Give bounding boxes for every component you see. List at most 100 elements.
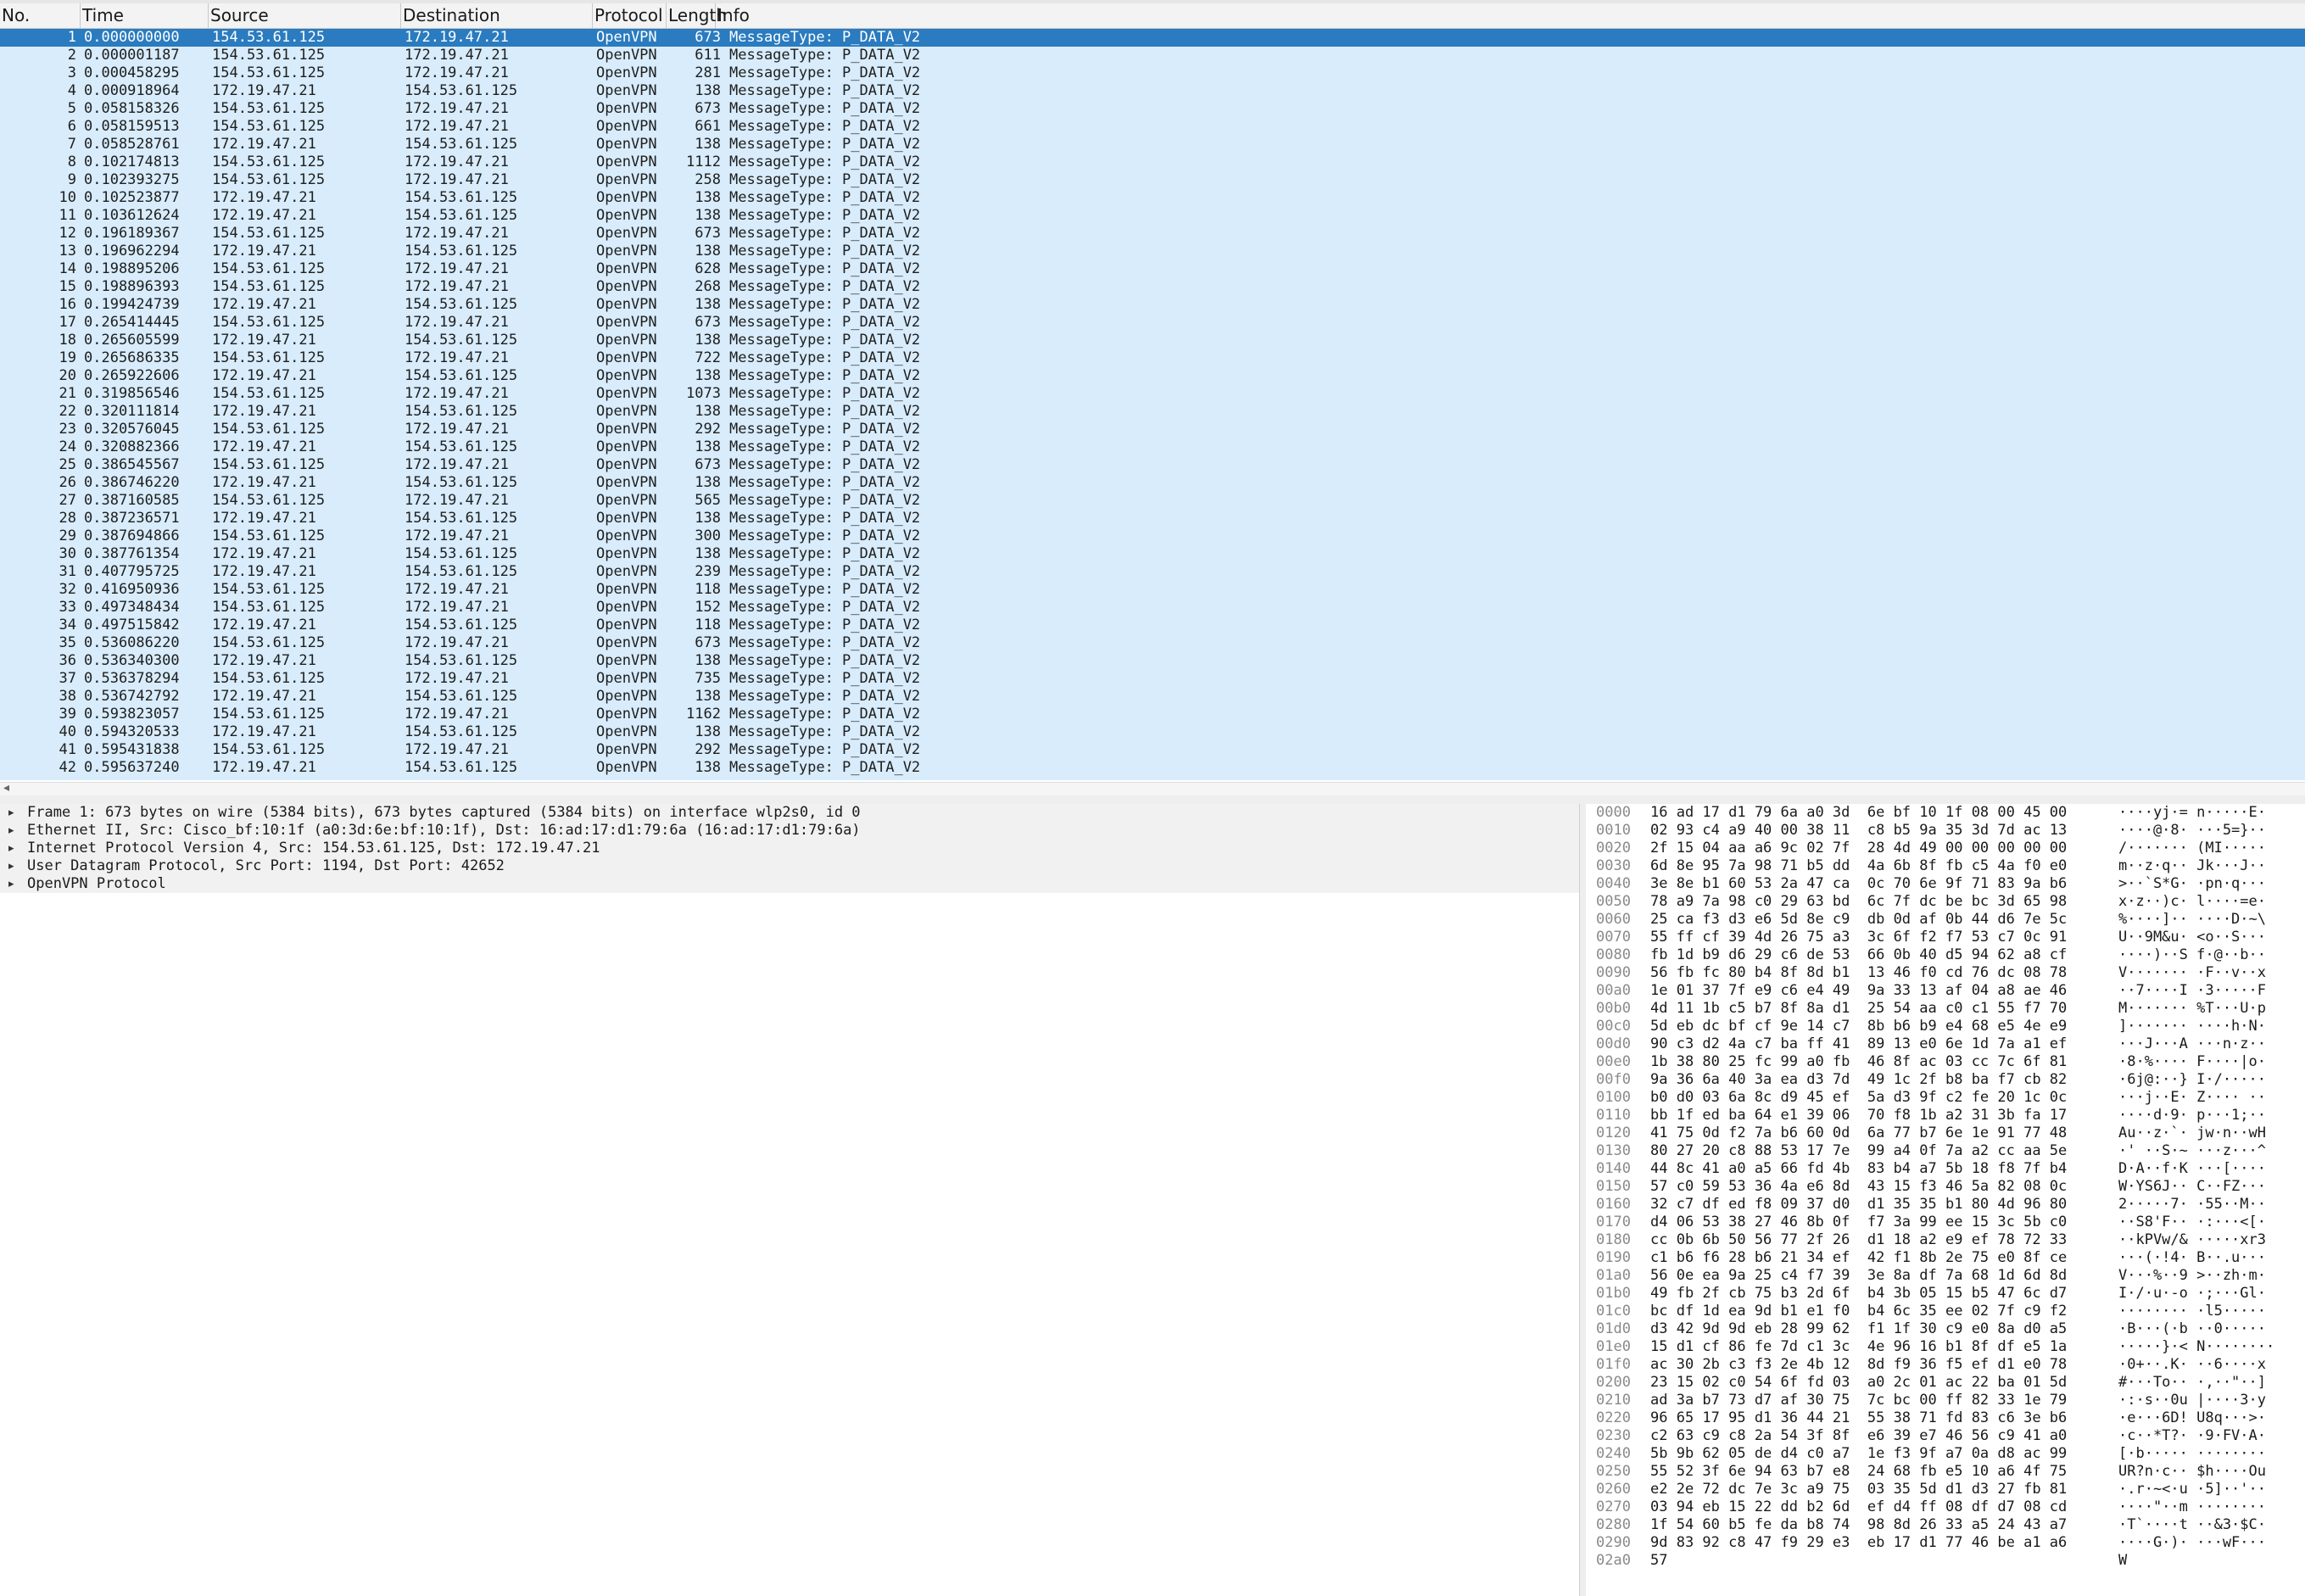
bytes-ascii[interactable]: ····"··m ········ — [2118, 1498, 2266, 1516]
packet-row[interactable]: 26 0.386746220 172.19.47.21 154.53.61.125 Op… — [0, 474, 2305, 492]
column-header-length[interactable]: Length — [667, 3, 727, 28]
bytes-hex[interactable]: 80 27 20 c8 88 53 17 7e 99 a4 0f 7a a2 c… — [1650, 1142, 2067, 1160]
packet-row[interactable]: 40 0.594320533 172.19.47.21 154.53.61.125 Op… — [0, 723, 2305, 741]
bytes-hex[interactable]: 16 ad 17 d1 79 6a a0 3d 6e bf 10 1f 08 0… — [1650, 804, 2067, 822]
bytes-ascii[interactable]: ·' ··S·~ ···z···^ — [2118, 1142, 2266, 1160]
packet-row[interactable]: 9 0.102393275 154.53.61.125 172.19.47.21 Ope… — [0, 171, 2305, 189]
bytes-ascii[interactable]: ·····}·< N········ — [2118, 1338, 2274, 1356]
bytes-hex[interactable]: 96 65 17 95 d1 36 44 21 55 38 71 fd 83 c… — [1650, 1409, 2067, 1427]
bytes-hex[interactable]: 1b 38 80 25 fc 99 a0 fb 46 8f ac 03 cc 7… — [1650, 1053, 2067, 1071]
packet-row[interactable]: 31 0.407795725 172.19.47.21 154.53.61.125 Op… — [0, 563, 2305, 581]
bytes-hex[interactable]: 57 — [1650, 1552, 1667, 1570]
column-header-no[interactable]: No. — [0, 3, 81, 28]
packet-row[interactable]: 30 0.387761354 172.19.47.21 154.53.61.125 Op… — [0, 545, 2305, 563]
bytes-ascii[interactable]: W·YS6J·· C··FZ··· — [2118, 1178, 2266, 1196]
packet-row[interactable]: 22 0.320111814 172.19.47.21 154.53.61.125 Op… — [0, 403, 2305, 421]
bytes-ascii[interactable]: [·b····· ········ — [2118, 1445, 2266, 1463]
packet-row[interactable]: 19 0.265686335 154.53.61.125 172.19.47.21 Op… — [0, 349, 2305, 367]
packet-row[interactable]: 11 0.103612624 172.19.47.21 154.53.61.125 Op… — [0, 207, 2305, 225]
packet-row[interactable]: 38 0.536742792 172.19.47.21 154.53.61.125 Op… — [0, 688, 2305, 706]
bytes-ascii[interactable]: ···J···A ···n·z·· — [2118, 1035, 2266, 1053]
packet-row[interactable]: 29 0.387694866 154.53.61.125 172.19.47.21 Op… — [0, 527, 2305, 545]
pane-splitter[interactable] — [0, 795, 2305, 804]
bytes-ascii[interactable]: ·T`····t ··&3·$C· — [2118, 1516, 2266, 1534]
bytes-hex[interactable]: 49 fb 2f cb 75 b3 2d 6f b4 3b 05 15 b5 4… — [1650, 1285, 2067, 1303]
bytes-hex[interactable]: d3 42 9d 9d eb 28 99 62 f1 1f 30 c9 e0 8… — [1650, 1320, 2067, 1338]
bytes-ascii[interactable]: ····@·8· ···5=}·· — [2118, 822, 2266, 840]
bytes-ascii[interactable]: ·6j@:··} I·/····· — [2118, 1071, 2266, 1089]
detail-tree-item[interactable]: ▸ OpenVPN Protocol — [0, 875, 1579, 893]
bytes-ascii[interactable]: ·0+··.K· ··6····x — [2118, 1356, 2266, 1374]
bytes-hex[interactable]: 5d eb dc bf cf 9e 14 c7 8b b6 b9 e4 68 e… — [1650, 1018, 2067, 1035]
packet-row[interactable]: 33 0.497348434 154.53.61.125 172.19.47.21 Op… — [0, 599, 2305, 617]
packet-row[interactable]: 15 0.198896393 154.53.61.125 172.19.47.21 Op… — [0, 278, 2305, 296]
bytes-hex[interactable]: 25 ca f3 d3 e6 5d 8e c9 db 0d af 0b 44 d… — [1650, 911, 2067, 929]
packet-row[interactable]: 4 0.000918964 172.19.47.21 154.53.61.125 Ope… — [0, 82, 2305, 100]
bytes-ascii[interactable]: %····]·· ····D·~\ — [2118, 911, 2266, 929]
vertical-pane-splitter[interactable] — [1580, 804, 1586, 1596]
packet-row[interactable]: 18 0.265605599 172.19.47.21 154.53.61.125 Op… — [0, 332, 2305, 349]
bytes-hex[interactable]: 56 fb fc 80 b4 8f 8d b1 13 46 f0 cd 76 d… — [1650, 964, 2067, 982]
bytes-ascii[interactable]: ····d·9· p···1;·· — [2118, 1107, 2266, 1124]
packet-row[interactable]: 17 0.265414445 154.53.61.125 172.19.47.21 Op… — [0, 314, 2305, 332]
bytes-hex[interactable]: fb 1d b9 d6 29 c6 de 53 66 0b 40 d5 94 6… — [1650, 946, 2067, 964]
bytes-ascii[interactable]: ·e···6D! U8q···>· — [2118, 1409, 2266, 1427]
packet-row[interactable]: 32 0.416950936 154.53.61.125 172.19.47.21 Op… — [0, 581, 2305, 599]
packet-row[interactable]: 39 0.593823057 154.53.61.125 172.19.47.21 Op… — [0, 706, 2305, 723]
bytes-ascii[interactable]: ··S8'F·· ·:···<[· — [2118, 1214, 2266, 1231]
detail-tree-item[interactable]: ▸ Ethernet II, Src: Cisco_bf:10:1f (a0:3d… — [0, 822, 1579, 840]
bytes-ascii[interactable]: UR?n·c·· $h····Ou — [2118, 1463, 2266, 1481]
detail-tree-item[interactable]: ▸ Internet Protocol Version 4, Src: 154.5… — [0, 840, 1579, 857]
packet-list[interactable]: No. Time Source Destination Protocol Len… — [0, 0, 2305, 796]
bytes-hex[interactable]: 02 93 c4 a9 40 00 38 11 c8 b5 9a 35 3d 7… — [1650, 822, 2067, 840]
bytes-hex[interactable]: bc df 1d ea 9d b1 e1 f0 b4 6c 35 ee 02 7… — [1650, 1303, 2067, 1320]
packet-row[interactable]: 8 0.102174813 154.53.61.125 172.19.47.21 Ope… — [0, 153, 2305, 171]
bytes-hex[interactable]: 1f 54 60 b5 fe da b8 74 98 8d 26 33 a5 2… — [1650, 1516, 2067, 1534]
bytes-ascii[interactable]: ····yj·= n·····E· — [2118, 804, 2266, 822]
packet-row[interactable]: 36 0.536340300 172.19.47.21 154.53.61.125 Op… — [0, 652, 2305, 670]
packet-row[interactable]: 1 0.000000000 154.53.61.125 172.19.47.21 Ope… — [0, 29, 2305, 47]
triangle-right-icon[interactable]: ▸ — [8, 804, 14, 822]
bytes-hex[interactable]: 9a 36 6a 40 3a ea d3 7d 49 1c 2f b8 ba f… — [1650, 1071, 2067, 1089]
packet-row[interactable]: 25 0.386545567 154.53.61.125 172.19.47.21 Op… — [0, 456, 2305, 474]
bytes-hex[interactable]: 57 c0 59 53 36 4a e6 8d 43 15 f3 46 5a 8… — [1650, 1178, 2067, 1196]
bytes-hex[interactable]: 4d 11 1b c5 b7 8f 8a d1 25 54 aa c0 c1 5… — [1650, 1000, 2067, 1018]
bytes-hex[interactable]: 5b 9b 62 05 de d4 c0 a7 1e f3 9f a7 0a d… — [1650, 1445, 2067, 1463]
packet-row[interactable]: 20 0.265922606 172.19.47.21 154.53.61.125 Op… — [0, 367, 2305, 385]
packet-row[interactable]: 13 0.196962294 172.19.47.21 154.53.61.125 Op… — [0, 243, 2305, 260]
bytes-ascii[interactable]: m··z·q·· Jk···J·· — [2118, 857, 2266, 875]
bytes-ascii[interactable]: /······· (MI····· — [2118, 840, 2266, 857]
bytes-hex[interactable]: 2f 15 04 aa a6 9c 02 7f 28 4d 49 00 00 0… — [1650, 840, 2067, 857]
bytes-ascii[interactable]: I·/·u·-o ·;···Gl· — [2118, 1285, 2266, 1303]
triangle-right-icon[interactable]: ▸ — [8, 840, 14, 857]
bytes-ascii[interactable]: ···(·!4· B··.u··· — [2118, 1249, 2266, 1267]
packet-row[interactable]: 34 0.497515842 172.19.47.21 154.53.61.125 Op… — [0, 617, 2305, 634]
bytes-hex[interactable]: ad 3a b7 73 d7 af 30 75 7c bc 00 ff 82 3… — [1650, 1392, 2067, 1409]
bytes-ascii[interactable]: ·8·%···· F····|o· — [2118, 1053, 2266, 1071]
packet-row[interactable]: 12 0.196189367 154.53.61.125 172.19.47.21 Op… — [0, 225, 2305, 243]
packet-row[interactable]: 14 0.198895206 154.53.61.125 172.19.47.21 Op… — [0, 260, 2305, 278]
bytes-hex[interactable]: 55 ff cf 39 4d 26 75 a3 3c 6f f2 f7 53 c… — [1650, 929, 2067, 946]
packet-row[interactable]: 7 0.058528761 172.19.47.21 154.53.61.125 Ope… — [0, 136, 2305, 153]
bytes-hex[interactable]: d4 06 53 38 27 46 8b 0f f7 3a 99 ee 15 3… — [1650, 1214, 2067, 1231]
packet-row[interactable]: 41 0.595431838 154.53.61.125 172.19.47.21 Op… — [0, 741, 2305, 759]
bytes-hex[interactable]: c1 b6 f6 28 b6 21 34 ef 42 f1 8b 2e 75 e… — [1650, 1249, 2067, 1267]
bytes-ascii[interactable]: ·:·s··0u |····3·y — [2118, 1392, 2266, 1409]
column-header-info[interactable]: Info — [716, 3, 2305, 28]
bytes-hex[interactable]: 03 94 eb 15 22 dd b2 6d ef d4 ff 08 df d… — [1650, 1498, 2067, 1516]
bytes-ascii[interactable]: D·A··f·K ···[···· — [2118, 1160, 2266, 1178]
detail-tree-item[interactable]: ▸ User Datagram Protocol, Src Port: 1194,… — [0, 857, 1579, 875]
packet-row[interactable]: 35 0.536086220 154.53.61.125 172.19.47.21 Op… — [0, 634, 2305, 652]
packet-row[interactable]: 5 0.058158326 154.53.61.125 172.19.47.21 Ope… — [0, 100, 2305, 118]
packet-row[interactable]: 2 0.000001187 154.53.61.125 172.19.47.21 Ope… — [0, 47, 2305, 64]
bytes-ascii[interactable]: #···To·· ·,··"··] — [2118, 1374, 2266, 1392]
column-header-source[interactable]: Source — [209, 3, 401, 28]
packet-row[interactable]: 27 0.387160585 154.53.61.125 172.19.47.21 Op… — [0, 492, 2305, 510]
bytes-ascii[interactable]: >··`S*G· ·pn·q··· — [2118, 875, 2266, 893]
bytes-hex[interactable]: 1e 01 37 7f e9 c6 e4 49 9a 33 13 af 04 a… — [1650, 982, 2067, 1000]
bytes-ascii[interactable]: ·B···(·b ··0····· — [2118, 1320, 2266, 1338]
bytes-hex[interactable]: 44 8c 41 a0 a5 66 fd 4b 83 b4 a7 5b 18 f… — [1650, 1160, 2067, 1178]
bytes-hex[interactable]: 9d 83 92 c8 47 f9 29 e3 eb 17 d1 77 46 b… — [1650, 1534, 2067, 1552]
arrow-left-icon[interactable]: ◂ — [3, 781, 9, 795]
bytes-ascii[interactable]: ····)··S f·@··b·· — [2118, 946, 2266, 964]
